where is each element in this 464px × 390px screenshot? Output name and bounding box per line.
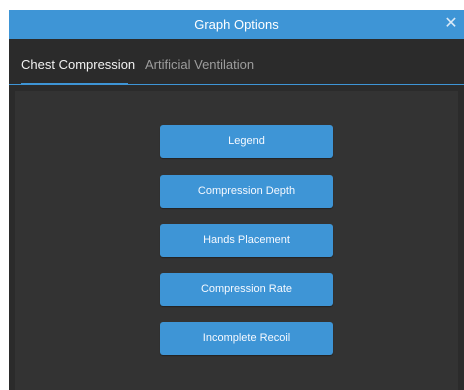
legend-button[interactable]: Legend <box>160 125 333 158</box>
title-bar: Graph Options ✕ <box>9 10 464 39</box>
options-panel: Legend Compression Depth Hands Placement… <box>15 91 458 390</box>
compression-rate-button[interactable]: Compression Rate <box>160 273 333 306</box>
tab-content: Legend Compression Depth Hands Placement… <box>9 85 464 390</box>
compression-depth-button[interactable]: Compression Depth <box>160 175 333 208</box>
dialog-title: Graph Options <box>194 17 279 32</box>
window-area: Graph Options ✕ Chest Compression Artifi… <box>0 0 464 390</box>
incomplete-recoil-button[interactable]: Incomplete Recoil <box>160 322 333 355</box>
graph-options-dialog: Graph Options ✕ Chest Compression Artifi… <box>9 10 464 390</box>
tab-bar: Chest Compression Artificial Ventilation <box>9 39 464 85</box>
close-icon[interactable]: ✕ <box>442 15 460 33</box>
tab-artificial-ventilation[interactable]: Artificial Ventilation <box>145 57 254 72</box>
tab-chest-compression[interactable]: Chest Compression <box>21 57 135 72</box>
hands-placement-button[interactable]: Hands Placement <box>160 224 333 257</box>
